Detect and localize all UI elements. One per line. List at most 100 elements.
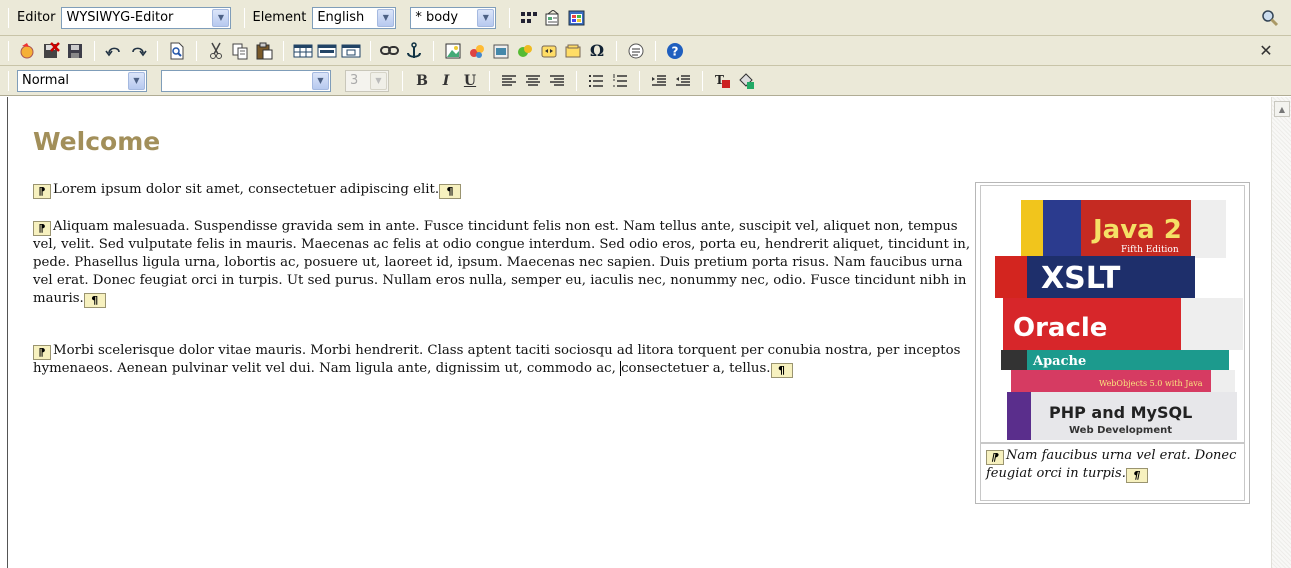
vertical-scrollbar[interactable]: ▲ (1271, 97, 1291, 568)
insert-form-icon[interactable] (562, 40, 584, 62)
show-blocks-icon[interactable] (518, 7, 540, 29)
format-select-value: Normal (22, 73, 70, 88)
insert-plugin-icon[interactable] (514, 40, 536, 62)
separator (433, 40, 434, 61)
separator (196, 40, 197, 61)
paragraph-end-marker: ¶ (770, 363, 793, 378)
insert-image-icon[interactable] (442, 40, 464, 62)
chevron-down-icon: ▼ (128, 71, 145, 90)
toolbar-row-2: Ω ? ✕ (0, 36, 1291, 66)
align-right-icon[interactable] (546, 70, 568, 92)
separator (157, 40, 158, 61)
image-caption: ⁋ Nam faucibus urna vel erat. Donec feugi… (986, 447, 1241, 483)
templates-icon[interactable] (542, 7, 564, 29)
chevron-down-icon: ▼ (370, 71, 387, 90)
insert-table-icon[interactable] (292, 40, 314, 62)
scope-select[interactable]: * body ▼ (410, 6, 497, 29)
anchor-icon[interactable] (403, 40, 425, 62)
link-icon[interactable] (379, 40, 401, 62)
editor-content-area[interactable]: Welcome ⁋ Lorem ipsum dolor sit amet, con… (7, 97, 1271, 568)
scope-select-value: * body (415, 10, 459, 25)
book-java-subtitle: Fifth Edition (1121, 245, 1179, 255)
separator (94, 40, 95, 61)
zoom-magnifier-icon[interactable] (1259, 7, 1281, 29)
insert-flash-icon[interactable] (490, 40, 512, 62)
chevron-down-icon: ▼ (377, 8, 395, 27)
separator (616, 40, 617, 61)
preview-icon[interactable] (166, 40, 188, 62)
paragraph-3-text-after-caret: consectetuer a, tellus. (620, 361, 771, 376)
paste-icon[interactable] (253, 40, 275, 62)
indent-icon[interactable] (648, 70, 670, 92)
underline-button[interactable]: U (459, 70, 481, 92)
background-color-icon[interactable] (735, 70, 757, 92)
book-apache-title: Apache (1032, 354, 1086, 369)
svg-text:?: ? (672, 44, 679, 58)
preview-window-icon[interactable] (566, 7, 588, 29)
bulleted-list-icon[interactable] (585, 70, 607, 92)
language-select-value: English (317, 10, 365, 25)
bold-button[interactable]: B (411, 70, 433, 92)
close-icon[interactable]: ✕ (1255, 40, 1277, 62)
insert-media-icon[interactable] (466, 40, 488, 62)
delete-document-icon[interactable] (40, 40, 62, 62)
element-label: Element (252, 10, 307, 25)
align-left-icon[interactable] (498, 70, 520, 92)
help-icon[interactable]: ? (664, 40, 686, 62)
copy-icon[interactable] (229, 40, 251, 62)
format-select[interactable]: Normal ▼ (17, 69, 147, 92)
paragraph-2: ⁋ Aliquam malesuada. Suspendisse gravida … (33, 218, 978, 308)
book-php-subtitle: Web Development (1069, 425, 1172, 436)
paragraph-end-marker: ¶ (83, 293, 106, 308)
books-image[interactable]: Java 2 Fifth Edition XSLT Oracle Apache … (980, 185, 1245, 443)
size-select[interactable]: 3 ▼ (345, 69, 389, 92)
paragraph-end-marker: ¶ (439, 184, 462, 199)
editor-select[interactable]: WYSIWYG-Editor ▼ (61, 6, 232, 29)
undo-icon[interactable] (103, 40, 125, 62)
chevron-down-icon: ▼ (312, 71, 329, 90)
new-document-icon[interactable] (16, 40, 38, 62)
book-xslt-title: XSLT (1041, 261, 1121, 296)
redo-icon[interactable] (127, 40, 149, 62)
image-caption-table[interactable]: Java 2 Fifth Edition XSLT Oracle Apache … (975, 182, 1250, 504)
paragraph-end-marker: ¶ (1125, 468, 1148, 483)
insert-component-icon[interactable] (538, 40, 560, 62)
book-webobjects-title: WebObjects 5.0 with Java (1099, 379, 1203, 388)
toolbar-grip (8, 70, 9, 91)
cut-icon[interactable] (205, 40, 227, 62)
paragraph-2-text: Aliquam malesuada. Suspendisse gravida s… (33, 219, 971, 306)
separator (370, 40, 371, 61)
paragraph-start-marker: ⁋ (33, 345, 51, 360)
table-row-icon[interactable] (316, 40, 338, 62)
separator (509, 7, 511, 28)
book-java-title: Java 2 (1091, 215, 1182, 245)
separator (655, 40, 656, 61)
toolbar-grip (8, 7, 9, 28)
paragraph-3-text-before-caret: Morbi scelerisque dolor vitae mauris. Mo… (33, 343, 961, 376)
separator (576, 70, 577, 91)
table-cell-icon[interactable] (340, 40, 362, 62)
italic-button[interactable]: I (435, 70, 457, 92)
special-char-icon[interactable]: Ω (586, 40, 608, 62)
font-select[interactable]: ▼ (161, 69, 331, 92)
separator (402, 70, 403, 91)
paragraph-start-marker: ⁋ (33, 184, 51, 199)
language-select[interactable]: English ▼ (312, 6, 397, 29)
separator (244, 7, 246, 28)
numbered-list-icon[interactable] (609, 70, 631, 92)
separator (283, 40, 284, 61)
text-color-icon[interactable]: T (711, 70, 733, 92)
size-select-value: 3 (350, 73, 359, 88)
paragraph-1-text: Lorem ipsum dolor sit amet, consectetuer… (53, 182, 440, 197)
book-oracle-title: Oracle (1013, 313, 1107, 343)
chevron-down-icon: ▼ (477, 8, 495, 27)
image-caption-text: Nam faucibus urna vel erat. Donec feugia… (986, 448, 1237, 481)
save-icon[interactable] (64, 40, 86, 62)
paragraph-1: ⁋ Lorem ipsum dolor sit amet, consectetue… (33, 181, 978, 199)
toolbar-grip (8, 40, 9, 61)
align-center-icon[interactable] (522, 70, 544, 92)
paragraph-start-marker: ⁋ (33, 221, 51, 236)
source-code-icon[interactable] (625, 40, 647, 62)
scroll-up-button[interactable]: ▲ (1274, 101, 1290, 117)
outdent-icon[interactable] (672, 70, 694, 92)
